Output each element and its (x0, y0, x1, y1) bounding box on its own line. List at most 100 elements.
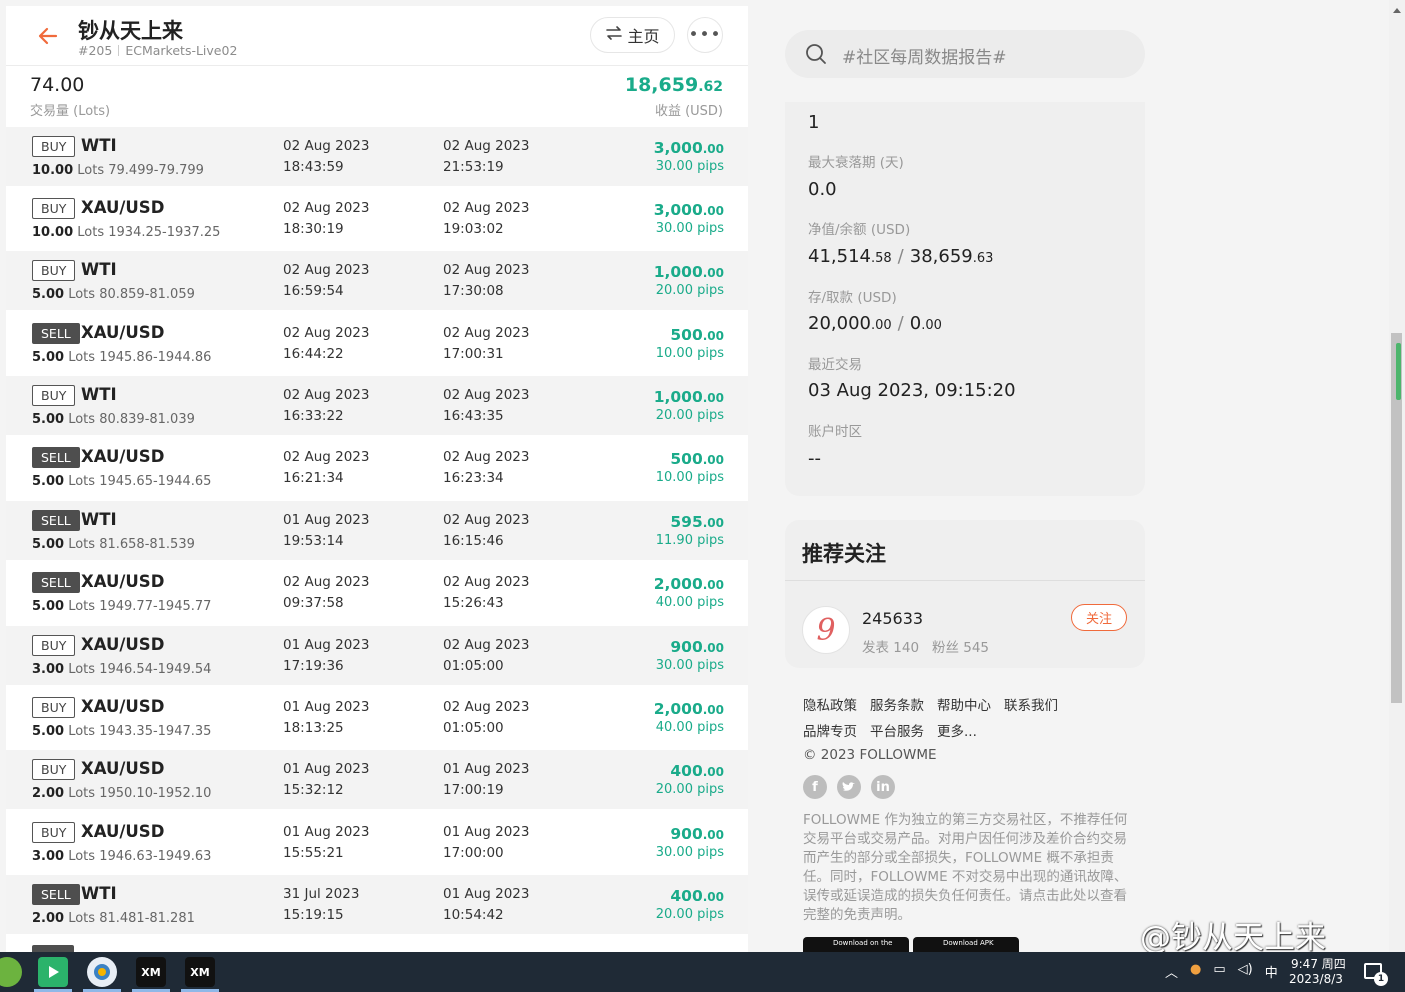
trade-pips: 20.00 pips (655, 907, 724, 922)
browser-icon[interactable] (87, 957, 117, 987)
trade-row[interactable]: BUY WTI 5.00 Lots 80.859-81.059 02 Aug 2023… (6, 251, 748, 310)
trade-symbol: XAU/USD (81, 697, 165, 716)
xm-app-icon[interactable]: XM (136, 957, 166, 987)
ime-indicator[interactable]: 中 (1265, 962, 1278, 981)
trade-row[interactable]: SELL XAU/USD 5.00 Lots 1945.86-1944.86 02 A… (6, 314, 748, 373)
footer-link[interactable]: 更多... (937, 724, 977, 740)
footer-link[interactable]: 品牌专页 (803, 724, 857, 740)
trade-close-time: 17:00:19 (443, 782, 504, 798)
last-trade-value: 03 Aug 2023, 09:15:20 (808, 380, 1016, 401)
trade-close-date: 01 Aug 2023 (443, 886, 530, 902)
trade-symbol: XAU/USD (81, 572, 165, 591)
trade-close-time: 01:05:00 (443, 658, 504, 674)
trade-row[interactable]: BUY XAU/USD 3.00 Lots 1946.54-1949.54 01 Au… (6, 626, 748, 685)
follow-button[interactable]: 关注 (1071, 604, 1127, 631)
windows-taskbar: XM XM ︿ ● ▭ ◁) 中 9:47 周四 2023/8/3 1 (0, 952, 1405, 992)
home-button[interactable]: 主页 (590, 17, 675, 53)
scroll-up-arrow-icon[interactable] (1393, 8, 1401, 13)
tray-app-icon[interactable]: ● (1190, 962, 1201, 981)
more-dots-icon: ••• (688, 25, 722, 45)
app-store-badge[interactable]: Download on the (803, 937, 909, 952)
trade-row[interactable]: BUY XAU/USD 2.00 Lots 1950.10-1952.10 01 Au… (6, 750, 748, 809)
xm-app-icon[interactable]: XM (185, 957, 215, 987)
trade-close-time: 16:23:34 (443, 470, 504, 486)
trade-open-date: 31 Jul 2023 (283, 886, 360, 902)
trade-row[interactable]: SELL XAU/USD 5.00 Lots 1945.65-1944.65 02 A… (6, 438, 748, 497)
trade-open-time: 16:44:22 (283, 346, 344, 362)
footer-link[interactable]: 平台服务 (870, 724, 924, 740)
trade-open-date: 01 Aug 2023 (283, 761, 370, 777)
divider (785, 580, 1145, 581)
trade-side-badge: BUY (32, 136, 76, 157)
total-lots-label: 交易量 (Lots) (30, 104, 111, 119)
trade-profit: 900.00 (670, 638, 724, 656)
trade-pips: 30.00 pips (655, 658, 724, 673)
trade-row[interactable]: SELL XAU/USD 5.00 Lots 1949.77-1945.77 02 A… (6, 563, 748, 622)
trade-close-time: 17:30:08 (443, 283, 504, 299)
trade-pips: 20.00 pips (655, 283, 724, 298)
footer-link[interactable]: 服务条款 (870, 698, 924, 714)
trade-open-time: 16:59:54 (283, 283, 344, 299)
home-button-label: 主页 (627, 27, 660, 46)
timezone-value: -- (808, 448, 821, 469)
trade-row[interactable]: BUY XAU/USD 3.00 Lots 1946.63-1949.63 01 Au… (6, 813, 748, 872)
trade-close-date: 02 Aug 2023 (443, 325, 530, 341)
chevron-up-icon[interactable]: ︿ (1165, 962, 1178, 981)
trade-close-date: 02 Aug 2023 (443, 200, 530, 216)
footer-link[interactable]: 联系我们 (1004, 698, 1058, 714)
trade-profit: 1,000.00 (653, 263, 724, 281)
trade-open-date: 01 Aug 2023 (283, 824, 370, 840)
trade-row[interactable]: BUY XAU/USD 10.00 Lots 1934.25-1937.25 02 A… (6, 189, 748, 248)
trade-lots-info: 5.00 Lots 80.859-81.059 (32, 287, 195, 302)
trade-symbol: XAU/USD (81, 635, 165, 654)
recommended-user-name[interactable]: 245633 (862, 609, 923, 628)
more-options-button[interactable]: ••• (687, 17, 723, 53)
trade-close-time: 17:00:00 (443, 845, 504, 861)
linkedin-icon[interactable]: in (871, 775, 895, 799)
clock-time[interactable]: 9:47 周四 (1291, 955, 1346, 972)
trade-pips: 10.00 pips (655, 470, 724, 485)
app-icon-green[interactable] (0, 957, 22, 987)
total-profit-label: 收益 (USD) (654, 104, 723, 119)
trade-pips: 30.00 pips (655, 159, 724, 174)
download-apk-badge[interactable]: Download APK (913, 937, 1019, 952)
broker-account: ECMarkets-Live02 (125, 43, 238, 58)
trade-close-date: 02 Aug 2023 (443, 138, 530, 154)
community-search-bar[interactable]: #社区每周数据报告# (785, 30, 1145, 78)
trade-close-time: 15:26:43 (443, 595, 504, 611)
trade-side-badge: BUY (32, 198, 76, 219)
back-arrow-icon[interactable] (36, 24, 60, 48)
trade-close-date: 02 Aug 2023 (443, 262, 530, 278)
footer-link[interactable]: 隐私政策 (803, 698, 857, 714)
twitter-icon[interactable] (837, 775, 861, 799)
facebook-icon[interactable]: f (803, 775, 827, 799)
trade-close-date: 02 Aug 2023 (443, 574, 530, 590)
trade-open-date: 02 Aug 2023 (283, 200, 370, 216)
page-scrollbar[interactable] (1389, 0, 1405, 952)
footer-link[interactable]: 帮助中心 (937, 698, 991, 714)
trade-close-time: 21:53:19 (443, 159, 504, 175)
trade-row[interactable]: SELL WTI 2.00 Lots 81.481-81.281 31 Jul 202… (6, 875, 748, 934)
disclaimer-text[interactable]: FOLLOWME 作为独立的第三方交易社区，不推荐任何交易平台或交易产品。对用户… (803, 811, 1133, 925)
trade-row[interactable]: BUY XAU/USD 5.00 Lots 1943.35-1947.35 01 Au… (6, 688, 748, 747)
clock-date[interactable]: 2023/8/3 (1289, 972, 1343, 986)
trade-profit: 2,000.00 (653, 700, 724, 718)
equity-balance-value: 41,514.58/38,659.63 (808, 246, 994, 267)
browser-viewport: 钞从天上来 #205 ECMarkets-Live02 主页 ••• 74.00 … (0, 0, 1405, 952)
media-player-icon[interactable] (38, 957, 68, 987)
network-icon[interactable]: ▭ (1213, 962, 1225, 981)
trade-close-date: 01 Aug 2023 (443, 761, 530, 777)
recommended-title: 推荐关注 (802, 542, 886, 566)
avatar[interactable]: 9 (802, 606, 850, 654)
trade-row[interactable]: SELL WTI 5.00 Lots 81.658-81.539 01 Aug 202… (6, 501, 748, 560)
total-profit-value: 18,659.62 (624, 74, 723, 96)
trade-pips: 30.00 pips (655, 221, 724, 236)
trade-row[interactable]: BUY WTI 5.00 Lots 80.839-81.039 02 Aug 2023… (6, 376, 748, 435)
trade-open-date: 02 Aug 2023 (283, 325, 370, 341)
trade-side-badge: BUY (32, 385, 76, 406)
trade-row[interactable]: BUY WTI 10.00 Lots 79.499-79.799 02 Aug 202… (6, 127, 748, 186)
trade-pips: 11.90 pips (655, 533, 724, 548)
volume-icon[interactable]: ◁) (1238, 962, 1253, 981)
trade-close-time: 01:05:00 (443, 720, 504, 736)
trade-open-date: 02 Aug 2023 (283, 449, 370, 465)
